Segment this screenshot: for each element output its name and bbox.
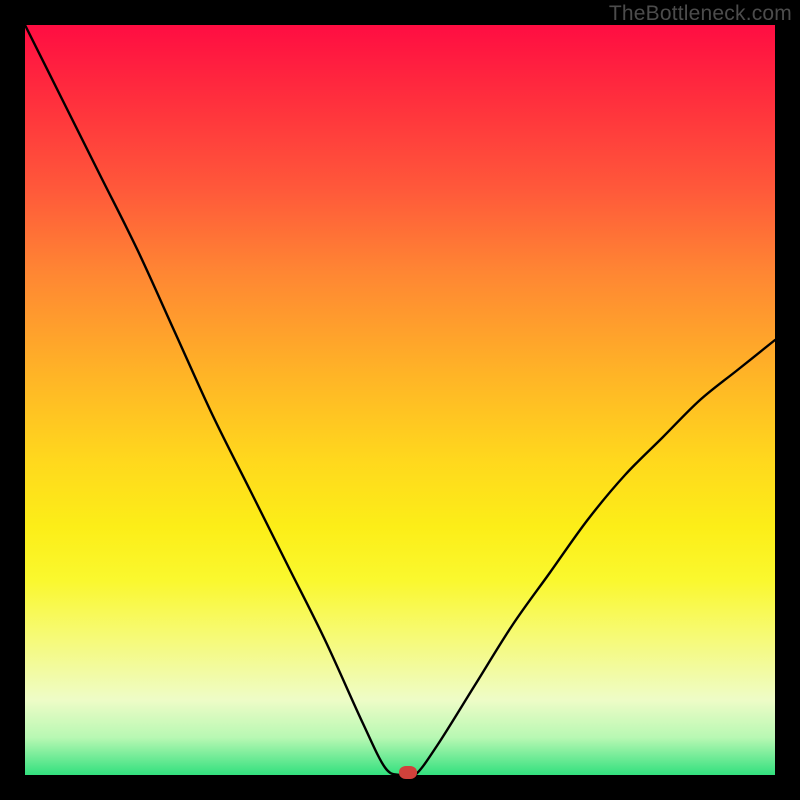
curve-path xyxy=(25,25,775,778)
watermark-text: TheBottleneck.com xyxy=(609,2,792,26)
chart-frame: TheBottleneck.com xyxy=(0,0,800,800)
plot-area xyxy=(25,25,775,775)
minimum-marker xyxy=(399,766,417,779)
bottleneck-curve xyxy=(25,25,775,775)
